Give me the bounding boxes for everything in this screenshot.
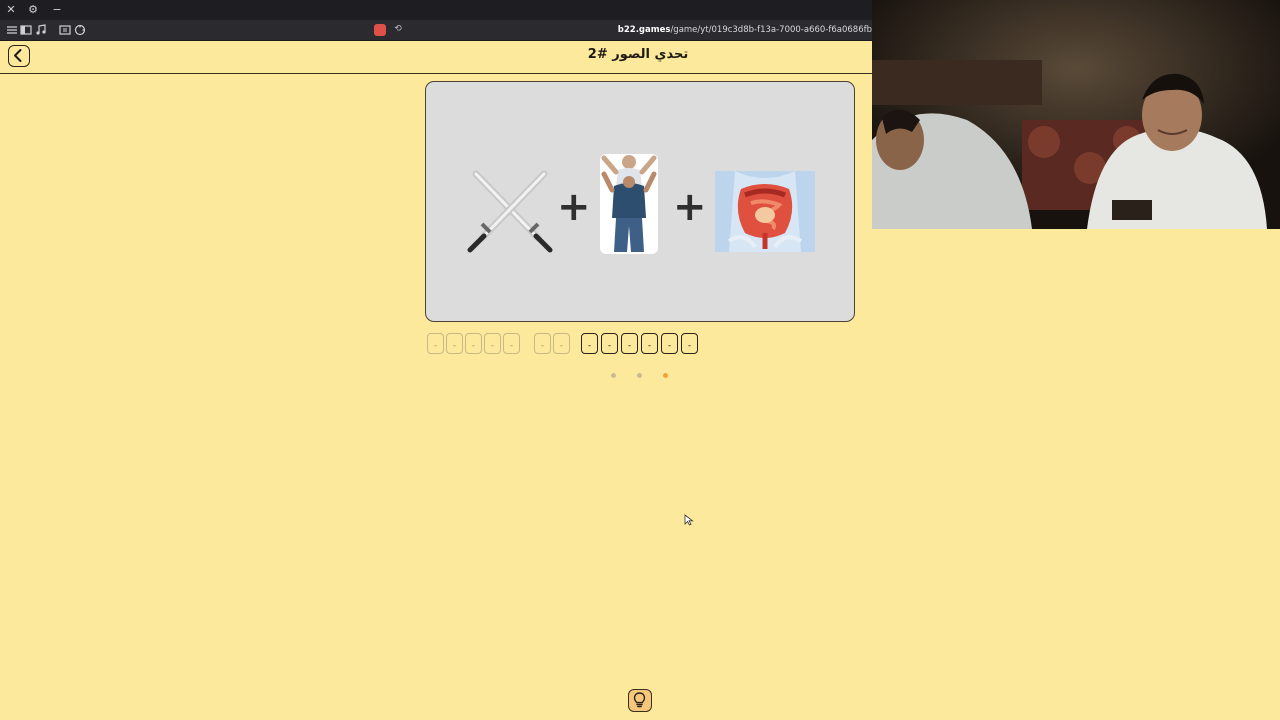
page-title: تحدي الصور #2: [587, 47, 689, 62]
webcam-overlay: [872, 0, 1280, 229]
crossed-swords-image: [467, 170, 553, 253]
letter-slot[interactable]: -: [446, 333, 463, 354]
letter-slot[interactable]: -: [534, 333, 551, 354]
tabs-icon[interactable]: [58, 23, 72, 37]
extension-icon[interactable]: [73, 23, 87, 37]
hint-button[interactable]: [628, 689, 652, 712]
letter-slot[interactable]: -: [484, 333, 501, 354]
letter-slot[interactable]: -: [503, 333, 520, 354]
letter-slot[interactable]: -: [641, 333, 658, 354]
reload-icon[interactable]: ⟲: [392, 23, 404, 35]
lightbulb-icon: [633, 692, 646, 708]
progress-dot: [637, 373, 642, 378]
letter-slot[interactable]: -: [661, 333, 678, 354]
minimize-icon[interactable]: −: [50, 3, 64, 17]
close-icon[interactable]: ✕: [4, 3, 18, 17]
settings-icon[interactable]: ⚙: [26, 3, 40, 17]
chevron-left-icon: [14, 49, 22, 62]
brave-shield-icon[interactable]: [374, 24, 386, 36]
letter-slot[interactable]: -: [681, 333, 698, 354]
page-header: [0, 40, 872, 74]
father-child-image: [600, 154, 658, 254]
plus-sign: +: [673, 184, 707, 230]
letter-slot[interactable]: -: [581, 333, 598, 354]
url-path: /game/yt/019c3d8b-f13a-7000-a660-f6a0686…: [670, 25, 872, 35]
progress-dot: [611, 373, 616, 378]
address-bar[interactable]: b22.games/game/yt/019c3d8b-f13a-7000-a66…: [560, 24, 872, 36]
menu-icon[interactable]: [5, 23, 19, 37]
letter-slot[interactable]: -: [601, 333, 618, 354]
letter-slot[interactable]: -: [553, 333, 570, 354]
intestines-image: [715, 171, 815, 252]
letter-slot[interactable]: -: [465, 333, 482, 354]
back-button[interactable]: [8, 45, 30, 67]
sidebar-icon[interactable]: [19, 23, 33, 37]
webcam-video: [872, 0, 1280, 229]
url-host: b22.games: [617, 25, 671, 35]
window-titlebar: ✕ ⚙ −: [0, 0, 872, 20]
letter-slot[interactable]: -: [621, 333, 638, 354]
letter-slot[interactable]: -: [427, 333, 444, 354]
plus-sign: +: [557, 184, 591, 230]
puzzle-card: + +: [425, 81, 855, 322]
mouse-cursor-icon: [684, 514, 694, 526]
music-icon[interactable]: [34, 23, 48, 37]
browser-toolbar: b22.games/game/yt/019c3d8b-f13a-7000-a66…: [0, 20, 872, 41]
progress-dot-active: [663, 373, 668, 378]
